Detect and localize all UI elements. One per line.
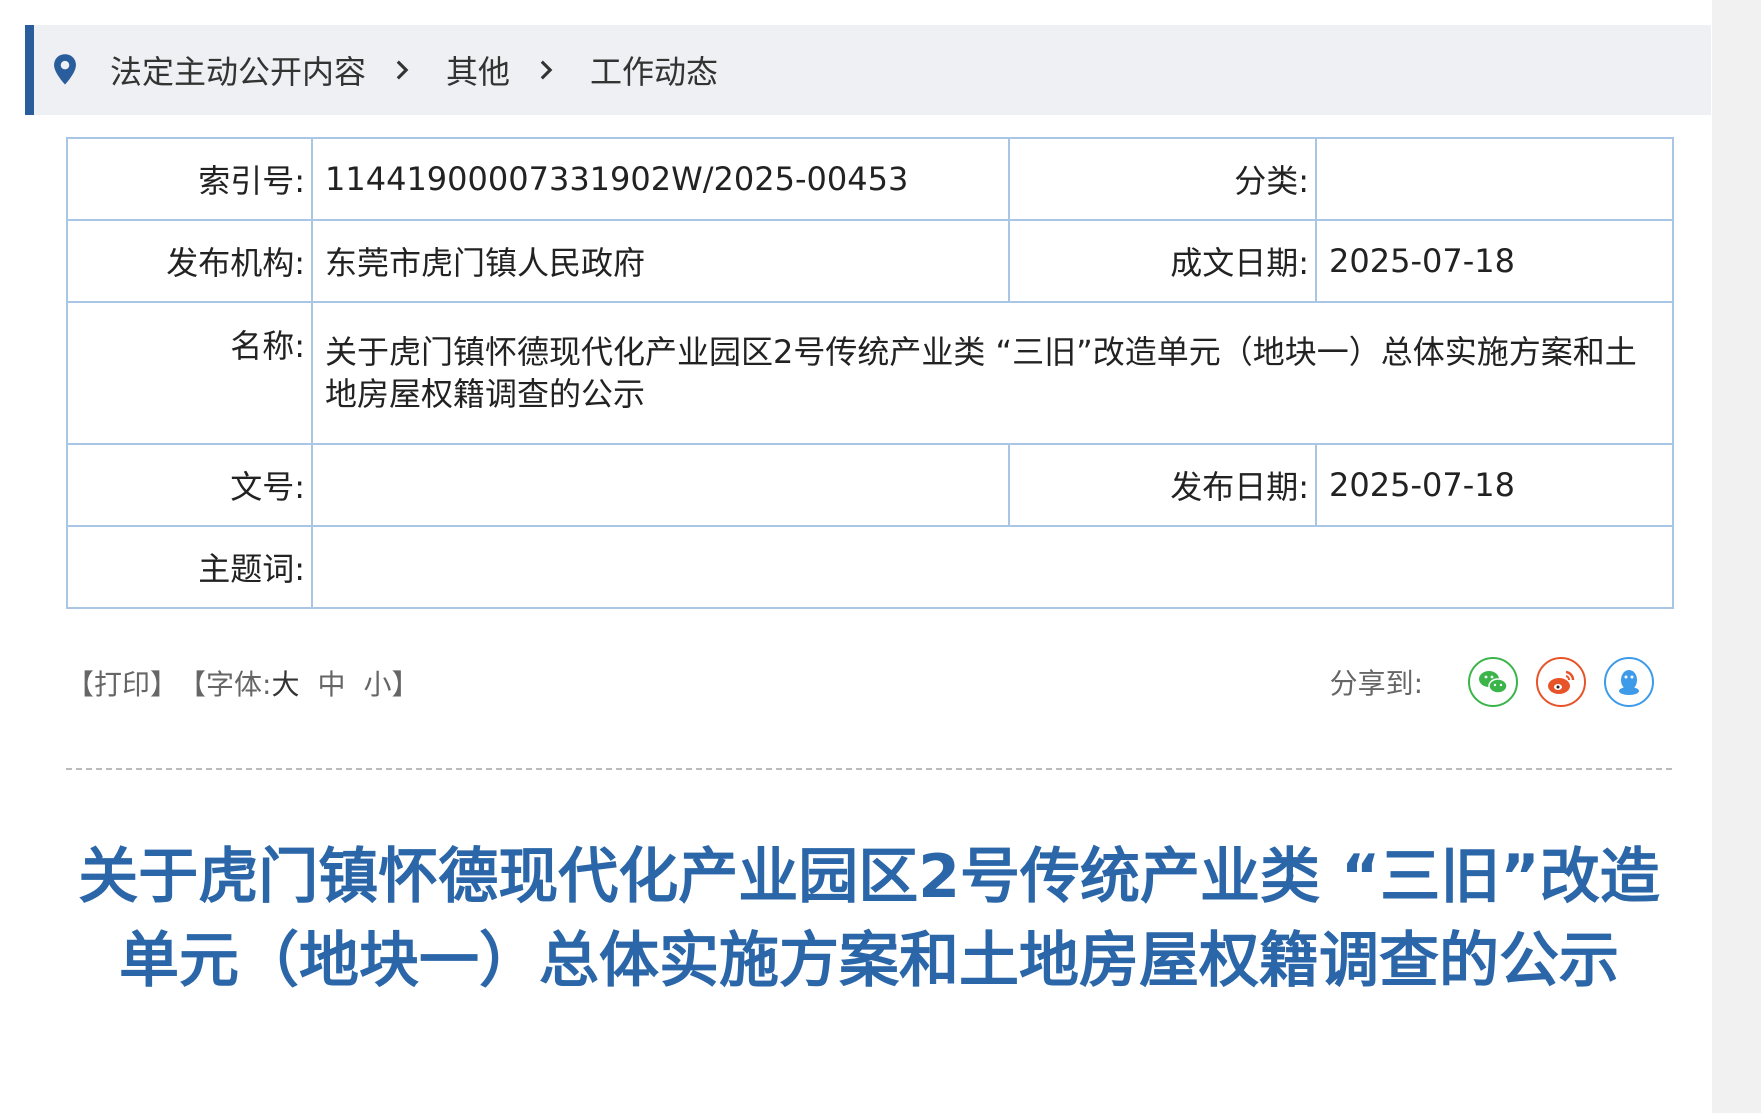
name-value: 关于虎门镇怀德现代化产业园区2号传统产业类 “三旧”改造单元（地块一）总体实施方…	[311, 301, 1674, 445]
qq-icon[interactable]	[1603, 656, 1655, 708]
weibo-icon[interactable]	[1535, 656, 1587, 708]
category-label: 分类:	[1008, 137, 1317, 221]
table-row: 索引号: 11441900007331902W/2025-00453 分类:	[66, 137, 1674, 221]
publish-date-label: 发布日期:	[1008, 443, 1317, 527]
table-row: 主题词:	[66, 525, 1674, 609]
chevron-right-icon	[540, 60, 553, 80]
keywords-label: 主题词:	[66, 525, 313, 609]
table-row: 名称: 关于虎门镇怀德现代化产业园区2号传统产业类 “三旧”改造单元（地块一）总…	[66, 301, 1674, 445]
keywords-value	[311, 525, 1674, 609]
font-small-link[interactable]: 小】	[363, 663, 419, 703]
breadcrumb-item-other[interactable]: 其他	[446, 47, 510, 93]
written-date-value: 2025-07-18	[1315, 219, 1674, 303]
print-link[interactable]: 【打印】	[66, 663, 178, 703]
index-value: 11441900007331902W/2025-00453	[311, 137, 1010, 221]
location-pin-icon	[54, 54, 76, 85]
written-date-label: 成文日期:	[1008, 219, 1317, 303]
share-bar: 分享到:	[1330, 656, 1655, 708]
index-label: 索引号:	[66, 137, 313, 221]
font-size-prefix: 【字体:	[178, 668, 272, 701]
publisher-value: 东莞市虎门镇人民政府	[311, 219, 1010, 303]
wechat-icon[interactable]	[1467, 656, 1519, 708]
divider	[66, 768, 1672, 770]
breadcrumb: 法定主动公开内容 其他 工作动态	[25, 25, 1711, 115]
font-medium-link[interactable]: 中	[317, 663, 345, 703]
doc-no-value	[311, 443, 1010, 527]
article-title: 关于虎门镇怀德现代化产业园区2号传统产业类 “三旧”改造单元（地块一）总体实施方…	[78, 842, 1660, 996]
table-row: 发布机构: 东莞市虎门镇人民政府 成文日期: 2025-07-18	[66, 219, 1674, 303]
table-row: 文号: 发布日期: 2025-07-18	[66, 443, 1674, 527]
name-label: 名称:	[66, 301, 313, 445]
chevron-right-icon	[396, 60, 409, 80]
publish-date-value: 2025-07-18	[1315, 443, 1674, 527]
doc-no-label: 文号:	[66, 443, 313, 527]
publisher-label: 发布机构:	[66, 219, 313, 303]
category-value	[1315, 137, 1674, 221]
share-label: 分享到:	[1329, 667, 1423, 700]
article-tools: 【打印】 【字体: 大 中 小】	[66, 663, 420, 703]
breadcrumb-item-public-content[interactable]: 法定主动公开内容	[110, 47, 366, 93]
font-large-link[interactable]: 大	[271, 663, 299, 703]
breadcrumb-item-work-news[interactable]: 工作动态	[590, 47, 718, 93]
scrollbar-track[interactable]	[1712, 0, 1761, 1113]
document-info-table: 索引号: 11441900007331902W/2025-00453 分类: 发…	[66, 137, 1674, 609]
